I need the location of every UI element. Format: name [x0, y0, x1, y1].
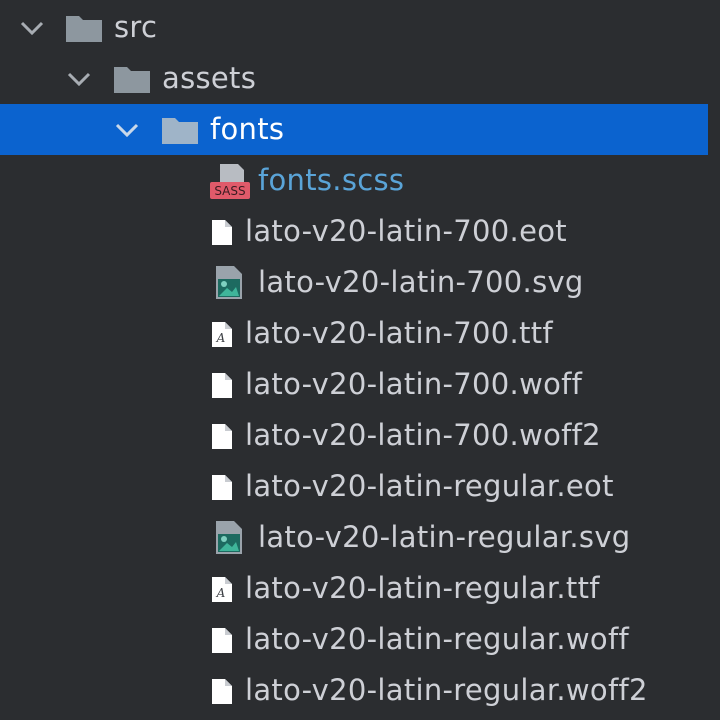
tree-label-file: lato-v20-latin-700.eot	[245, 214, 567, 248]
tree-row-assets[interactable]: assets	[0, 53, 708, 104]
svg-text:SASS: SASS	[214, 184, 245, 198]
tree-row-file[interactable]: lato-v20-latin-regular.eot	[0, 461, 708, 512]
tree-label-file: lato-v20-latin-700.woff	[245, 367, 583, 401]
tree-label-file: fonts.scss	[258, 163, 405, 197]
chevron-down-icon[interactable]	[63, 53, 95, 104]
tree-label-file: lato-v20-latin-regular.woff2	[245, 673, 648, 707]
file-icon	[212, 628, 232, 653]
font-file-icon: A	[212, 577, 232, 602]
tree-label-assets: assets	[162, 61, 257, 95]
file-icon	[212, 475, 232, 500]
file-icon	[212, 424, 232, 449]
folder-icon	[66, 16, 102, 42]
tree-row-file[interactable]: lato-v20-latin-regular.svg	[0, 512, 708, 563]
file-icon	[212, 220, 232, 245]
project-tree: src assets fonts SASS fonts.scss lato-v2…	[0, 0, 720, 720]
tree-label-file: lato-v20-latin-regular.eot	[245, 469, 614, 503]
tree-row-src[interactable]: src	[0, 2, 708, 53]
chevron-down-icon[interactable]	[111, 104, 143, 155]
tree-row-file[interactable]: lato-v20-latin-700.woff2	[0, 410, 708, 461]
tree-label-file: lato-v20-latin-regular.woff	[245, 622, 629, 656]
folder-icon	[162, 118, 198, 144]
tree-label-src: src	[114, 10, 158, 44]
tree-row-file[interactable]: lato-v20-latin-700.eot	[0, 206, 708, 257]
tree-label-file: lato-v20-latin-700.svg	[258, 265, 584, 299]
tree-label-fonts: fonts	[210, 112, 285, 146]
tree-label-file: lato-v20-latin-700.ttf	[245, 316, 553, 350]
tree-row-file[interactable]: lato-v20-latin-700.woff	[0, 359, 708, 410]
image-file-icon	[216, 266, 242, 299]
tree-row-file[interactable]: A lato-v20-latin-regular.ttf	[0, 563, 708, 614]
tree-row-file[interactable]: SASS fonts.scss	[0, 155, 708, 206]
tree-row-file[interactable]: lato-v20-latin-700.svg	[0, 257, 708, 308]
file-icon	[212, 373, 232, 398]
image-file-icon	[216, 521, 242, 554]
tree-label-file: lato-v20-latin-regular.svg	[258, 520, 631, 554]
font-file-icon: A	[212, 322, 232, 347]
tree-row-file[interactable]: A lato-v20-latin-700.ttf	[0, 308, 708, 359]
tree-label-file: lato-v20-latin-700.woff2	[245, 418, 601, 452]
sass-file-icon: SASS	[210, 164, 250, 199]
tree-row-fonts[interactable]: fonts	[0, 104, 708, 155]
folder-icon	[114, 67, 150, 93]
svg-text:A: A	[216, 331, 226, 345]
chevron-down-icon[interactable]	[16, 2, 48, 53]
tree-label-file: lato-v20-latin-regular.ttf	[245, 571, 600, 605]
tree-row-file[interactable]: lato-v20-latin-regular.woff2	[0, 665, 708, 716]
file-icon	[212, 679, 232, 704]
tree-row-file[interactable]: lato-v20-latin-regular.woff	[0, 614, 708, 665]
svg-text:A: A	[216, 586, 226, 600]
